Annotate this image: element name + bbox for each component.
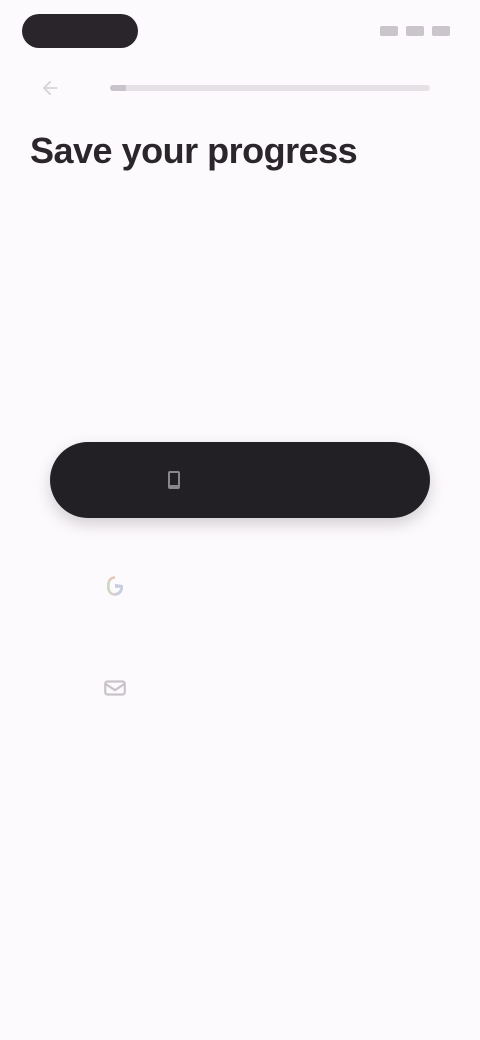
option-email[interactable] (100, 562, 390, 610)
progress-fill (110, 85, 126, 91)
wifi-icon (406, 26, 424, 36)
link-icon (100, 673, 130, 703)
email-icon (100, 571, 130, 601)
status-icons (380, 24, 450, 38)
progress-bar (110, 85, 430, 91)
signal-icon (380, 26, 398, 36)
primary-action-button[interactable] (50, 442, 430, 518)
arrow-back-icon[interactable] (30, 76, 70, 100)
status-bar (0, 0, 480, 64)
page-title: Save your progress (30, 130, 358, 171)
header-row (30, 76, 430, 100)
battery-icon (432, 26, 450, 36)
device-icon (168, 471, 180, 489)
option-link[interactable] (100, 664, 390, 712)
status-pill (22, 14, 138, 48)
